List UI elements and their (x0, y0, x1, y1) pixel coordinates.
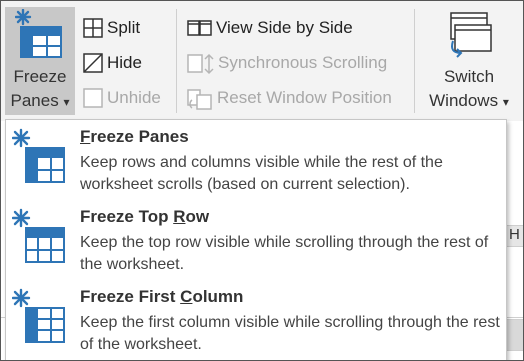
title-text: olumn (192, 287, 244, 306)
excel-window: Freeze Panes ▾ Split Hide Unhide View Si… (0, 0, 524, 361)
switch-windows-label-text: Windows (429, 91, 499, 110)
group-divider (176, 9, 177, 113)
menu-item-title: Freeze Top Row (80, 207, 209, 227)
group-divider (414, 9, 415, 113)
freeze-panes-label-line2: Panes ▾ (5, 91, 75, 111)
menu-item-description: Keep the top row visible while scrolling… (80, 234, 489, 273)
freeze-panes-menu: Freeze Panes Keep rows and columns visib… (5, 119, 507, 360)
title-text: Freeze Top (80, 207, 174, 226)
view-side-by-side-icon (187, 20, 212, 36)
menu-item-description: Keep the first column visible while scro… (80, 314, 500, 353)
switch-windows-label-line2: Windows ▾ (419, 91, 519, 111)
menu-item-title: Freeze Panes (80, 127, 189, 147)
unhide-button[interactable]: Unhide (81, 85, 173, 111)
reset-window-position-label: Reset Window Position (217, 88, 392, 107)
synchronous-scrolling-icon (187, 53, 214, 75)
freeze-top-row-icon (12, 208, 65, 263)
hide-button[interactable]: Hide (81, 50, 161, 76)
unhide-label: Unhide (107, 88, 161, 107)
hide-label: Hide (107, 53, 142, 72)
switch-windows-label-line1: Switch (443, 67, 495, 86)
column-header-letter: H (509, 226, 520, 243)
ribbon-window-group: Freeze Panes ▾ Split Hide Unhide View Si… (1, 1, 523, 121)
freeze-first-column-icon (12, 288, 65, 343)
access-key: C (180, 287, 193, 306)
title-text: reeze Panes (90, 127, 189, 146)
synchronous-scrolling-label: Synchronous Scrolling (218, 53, 388, 72)
reset-window-position-button[interactable]: Reset Window Position (187, 85, 412, 111)
view-side-by-side-label: View Side by Side (216, 18, 353, 37)
switch-windows-icon (450, 12, 492, 58)
view-side-by-side-button[interactable]: View Side by Side (187, 15, 377, 41)
reset-window-position-icon (187, 89, 212, 110)
menu-item-freeze-top-row[interactable]: Freeze Top Row Keep the top row visible … (6, 202, 506, 282)
chevron-down-icon: ▾ (63, 95, 70, 109)
freeze-panes-label-text: Panes (10, 91, 59, 110)
menu-item-freeze-panes[interactable]: Freeze Panes Keep rows and columns visib… (6, 122, 506, 202)
freeze-panes-icon (15, 9, 62, 58)
freeze-panes-label-line1: Freeze (13, 67, 67, 86)
title-text: Freeze First (80, 287, 181, 306)
split-label: Split (107, 18, 141, 37)
split-icon (83, 18, 103, 38)
split-button[interactable]: Split (81, 15, 161, 41)
synchronous-scrolling-button[interactable]: Synchronous Scrolling (187, 50, 407, 76)
access-key: R (173, 207, 186, 226)
column-header-h[interactable]: H (504, 225, 523, 247)
hide-window-icon (83, 53, 103, 73)
chevron-down-icon: ▾ (502, 95, 509, 109)
menu-item-title: Freeze First Column (80, 287, 243, 307)
unhide-window-icon (83, 88, 103, 108)
freeze-panes-icon (12, 128, 65, 183)
menu-item-freeze-first-column[interactable]: Freeze First Column Keep the first colum… (6, 282, 506, 360)
access-key: F (80, 127, 91, 146)
title-text: ow (185, 207, 210, 226)
switch-windows-button[interactable]: Switch Windows ▾ (419, 7, 519, 115)
freeze-panes-button[interactable]: Freeze Panes ▾ (5, 7, 75, 115)
menu-item-description: Keep rows and columns visible while the … (80, 154, 443, 193)
